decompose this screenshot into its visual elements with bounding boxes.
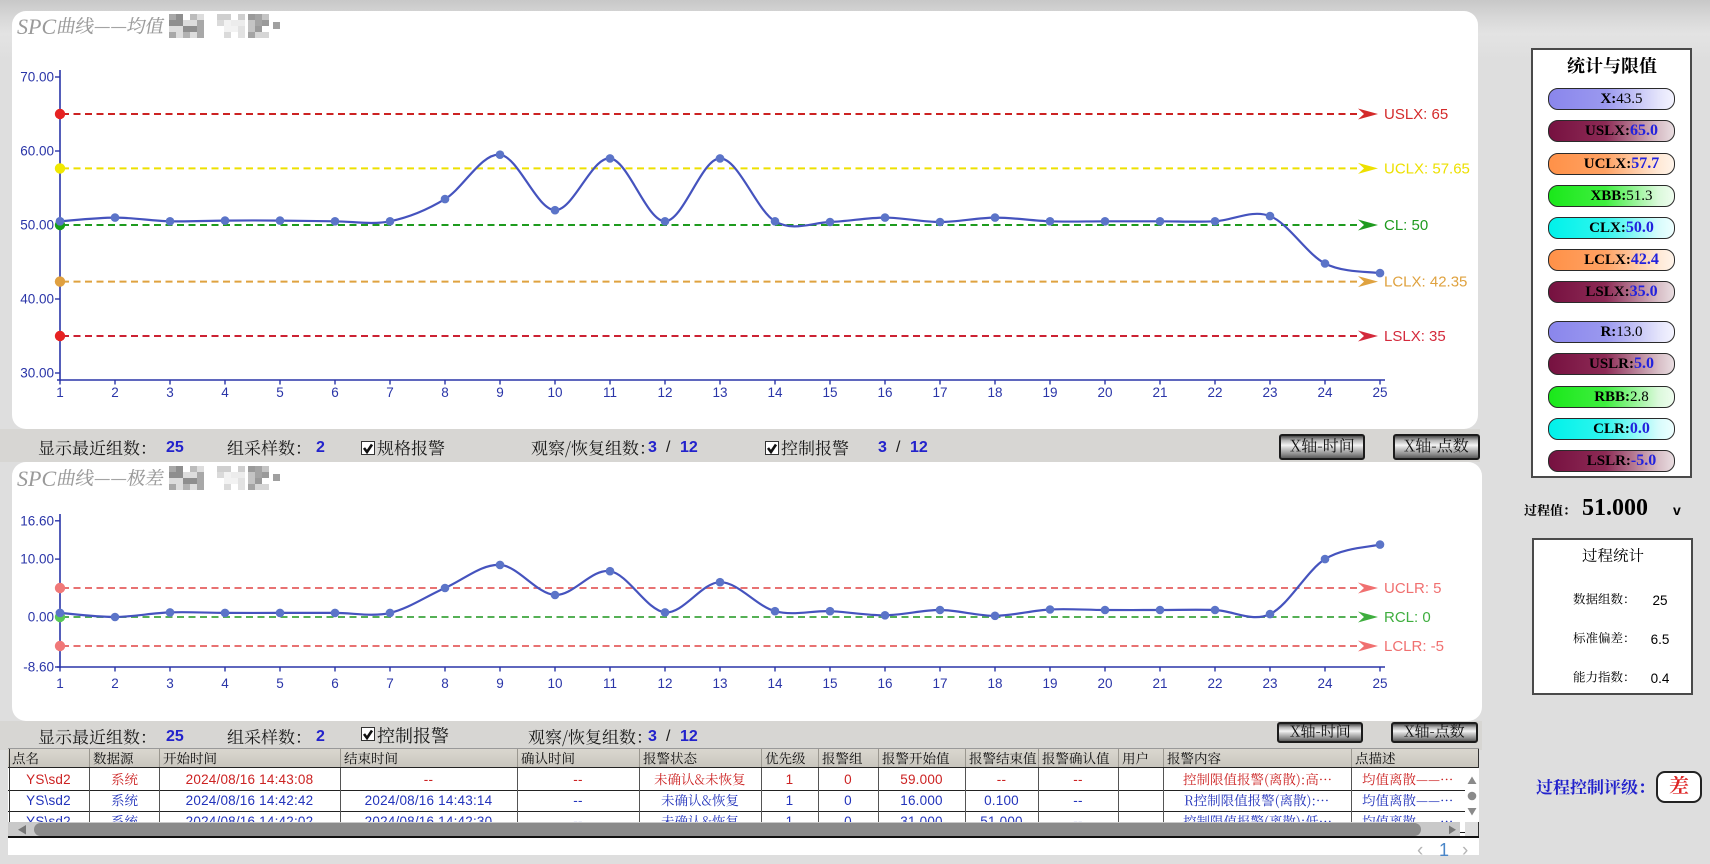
svg-text:25: 25 xyxy=(1372,385,1387,400)
svg-text:2: 2 xyxy=(111,676,119,691)
svg-text:24: 24 xyxy=(1317,676,1333,691)
svg-text:40.00: 40.00 xyxy=(20,292,54,307)
svg-text:7: 7 xyxy=(386,385,394,400)
svg-text:RCL: 0: RCL: 0 xyxy=(1384,609,1431,626)
svg-text:23: 23 xyxy=(1262,385,1277,400)
svg-text:11: 11 xyxy=(603,385,617,400)
svg-text:3: 3 xyxy=(166,676,174,691)
svg-text:5: 5 xyxy=(276,385,284,400)
svg-text:-8.60: -8.60 xyxy=(23,660,54,675)
svg-text:22: 22 xyxy=(1207,385,1222,400)
svg-text:14: 14 xyxy=(767,676,783,691)
svg-text:11: 11 xyxy=(603,676,617,691)
svg-text:CL: 50: CL: 50 xyxy=(1384,217,1428,234)
svg-text:70.00: 70.00 xyxy=(20,70,54,85)
svg-text:13: 13 xyxy=(712,385,727,400)
svg-text:1: 1 xyxy=(56,676,64,691)
svg-text:23: 23 xyxy=(1262,676,1277,691)
svg-text:12: 12 xyxy=(657,385,672,400)
svg-text:20: 20 xyxy=(1097,385,1112,400)
svg-text:22: 22 xyxy=(1207,676,1222,691)
svg-text:4: 4 xyxy=(221,676,229,691)
svg-text:17: 17 xyxy=(932,385,947,400)
svg-text:16: 16 xyxy=(877,676,892,691)
svg-text:15: 15 xyxy=(822,676,837,691)
svg-text:7: 7 xyxy=(386,676,394,691)
svg-text:19: 19 xyxy=(1042,676,1057,691)
svg-text:30.00: 30.00 xyxy=(20,366,54,381)
svg-text:24: 24 xyxy=(1317,385,1333,400)
svg-text:17: 17 xyxy=(932,676,947,691)
svg-text:12: 12 xyxy=(657,676,672,691)
svg-text:4: 4 xyxy=(221,385,229,400)
svg-text:25: 25 xyxy=(1372,676,1387,691)
svg-text:UCLX: 57.65: UCLX: 57.65 xyxy=(1384,160,1470,177)
svg-text:13: 13 xyxy=(712,676,727,691)
svg-text:LCLX: 42.35: LCLX: 42.35 xyxy=(1384,274,1467,291)
svg-text:16.60: 16.60 xyxy=(20,513,54,528)
svg-text:20: 20 xyxy=(1097,676,1112,691)
svg-text:LCLR: -5: LCLR: -5 xyxy=(1384,638,1444,655)
svg-text:19: 19 xyxy=(1042,385,1057,400)
svg-text:18: 18 xyxy=(987,676,1002,691)
svg-text:16: 16 xyxy=(877,385,892,400)
svg-text:8: 8 xyxy=(441,385,449,400)
svg-text:10: 10 xyxy=(547,676,562,691)
svg-text:14: 14 xyxy=(767,385,783,400)
svg-text:6: 6 xyxy=(331,385,339,400)
svg-text:2: 2 xyxy=(111,385,119,400)
svg-text:15: 15 xyxy=(822,385,837,400)
svg-text:50.00: 50.00 xyxy=(20,218,54,233)
svg-text:UCLR: 5: UCLR: 5 xyxy=(1384,580,1442,597)
svg-text:5: 5 xyxy=(276,676,284,691)
svg-text:60.00: 60.00 xyxy=(20,144,54,159)
svg-text:10: 10 xyxy=(547,385,562,400)
svg-text:6: 6 xyxy=(331,676,339,691)
svg-text:0.00: 0.00 xyxy=(28,610,54,625)
svg-text:18: 18 xyxy=(987,385,1002,400)
svg-text:1: 1 xyxy=(56,385,64,400)
svg-text:21: 21 xyxy=(1152,385,1167,400)
svg-text:3: 3 xyxy=(166,385,174,400)
svg-text:8: 8 xyxy=(441,676,449,691)
svg-text:21: 21 xyxy=(1152,676,1167,691)
svg-text:9: 9 xyxy=(496,385,504,400)
svg-text:10.00: 10.00 xyxy=(20,552,54,567)
svg-text:LSLX: 35: LSLX: 35 xyxy=(1384,328,1446,345)
svg-text:USLX: 65: USLX: 65 xyxy=(1384,106,1448,123)
svg-text:9: 9 xyxy=(496,676,504,691)
